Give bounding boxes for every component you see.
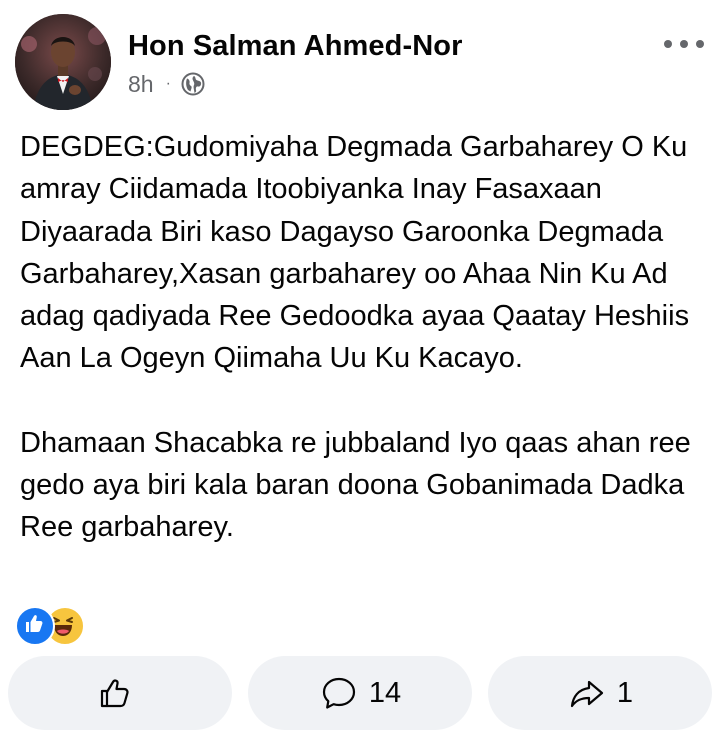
dot	[696, 40, 704, 48]
post-time[interactable]: 8h	[128, 71, 154, 98]
share-arrow-icon	[570, 680, 604, 708]
globe-icon	[181, 72, 205, 96]
meta-separator: ·	[165, 75, 171, 92]
comment-button[interactable]: 14	[248, 656, 472, 730]
reaction-summary[interactable]	[15, 606, 95, 646]
comment-count: 14	[368, 676, 402, 709]
like-reaction-icon	[15, 606, 55, 646]
post-paragraph: Dhamaan Shacabka re jubbaland Iyo qaas a…	[20, 426, 691, 544]
more-options-icon[interactable]	[664, 30, 704, 58]
dot	[664, 40, 672, 48]
post-meta: 8h ·	[128, 70, 205, 98]
thumbs-up-icon	[100, 679, 129, 708]
share-button[interactable]: 1	[488, 656, 712, 730]
post-paragraph: DEGDEG:Gudomiyaha Degmada Garbaharey O K…	[20, 131, 690, 375]
comment-bubble-icon	[322, 677, 355, 709]
share-count: 1	[616, 676, 634, 709]
avatar[interactable]	[15, 14, 111, 110]
profile-photo	[15, 14, 111, 110]
like-button[interactable]	[8, 656, 232, 730]
post-body: DEGDEG:Gudomiyaha Degmada Garbaharey O K…	[20, 126, 710, 549]
dot	[680, 40, 688, 48]
post-card: Hon Salman Ahmed-Nor 8h · DEGDEG:Gudomiy…	[0, 0, 718, 730]
author-name[interactable]: Hon Salman Ahmed-Nor	[128, 30, 462, 63]
